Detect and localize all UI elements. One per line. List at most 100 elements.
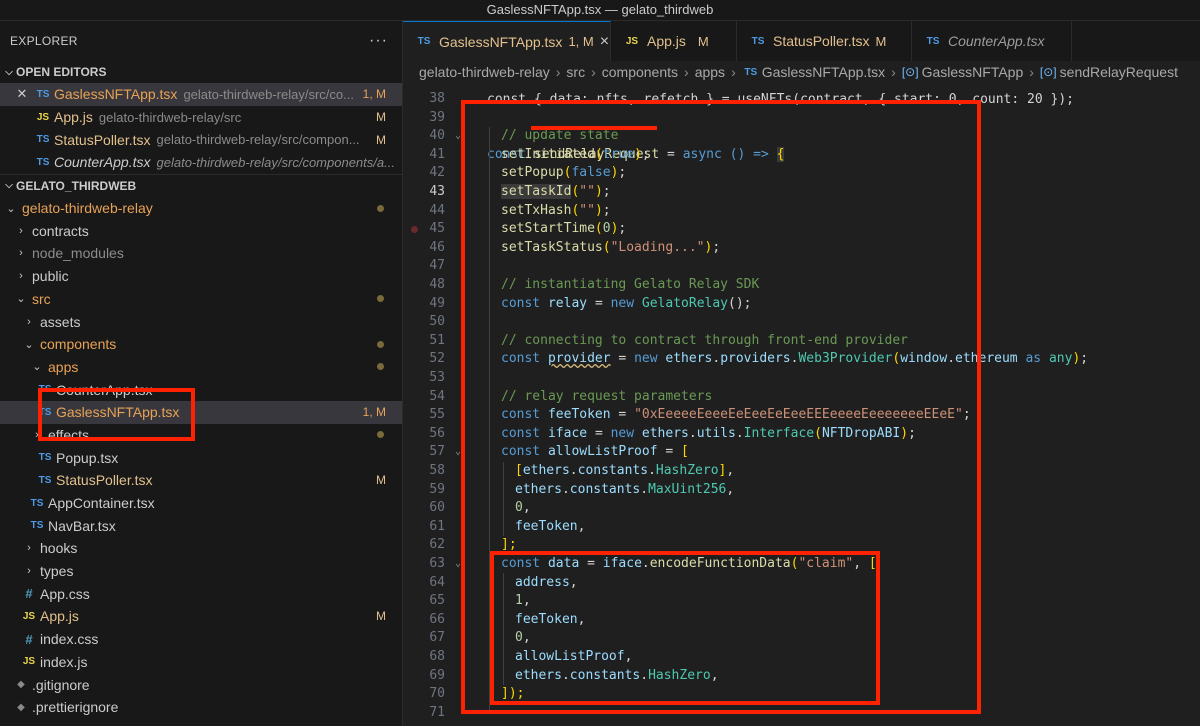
tree-file[interactable]: TS NavBar.tsx	[0, 514, 402, 537]
chevron-down-icon: ⌄	[32, 361, 42, 374]
open-editor-item[interactable]: TS StatusPoller.tsx gelato-thirdweb-rela…	[0, 128, 402, 151]
problem-badge: 1, M	[362, 87, 386, 102]
chevron-right-icon: ›	[19, 224, 23, 237]
indent-guide	[503, 462, 504, 536]
tab-label: GaslessNFTApp.tsx	[439, 33, 563, 50]
code-line: const provider = new ethers.providers.We…	[501, 351, 1089, 367]
typescript-file-icon: TS	[926, 35, 940, 47]
tree-folder[interactable]: › public	[0, 265, 402, 288]
modified-badge: M	[376, 132, 386, 147]
code-text: const { data: nfts, refetch } = useNFTs(…	[487, 91, 1074, 107]
chevron-down-icon: ⌵	[5, 66, 13, 78]
tree-folder[interactable]: ⌄ apps	[0, 356, 402, 379]
tree-label: .gitignore	[32, 676, 90, 693]
tree-file[interactable]: ◆ .gitignore	[0, 673, 402, 696]
code-line: ⌄ const sendRelayRequest = async () => {	[403, 109, 1200, 162]
tree-folder[interactable]: › effects	[0, 424, 402, 447]
open-editors-title: OPEN EDITORS	[16, 65, 107, 79]
code-line: setTaskStatus("Loading...");	[501, 239, 721, 255]
open-editor-path: gelato-thirdweb-relay/src	[98, 109, 242, 125]
tree-label: hooks	[40, 540, 78, 557]
tab-gaslessnftapp[interactable]: TS GaslessNFTApp.tsx 1, M ×	[403, 21, 611, 61]
tab-app-js[interactable]: JS App.js M	[611, 21, 737, 61]
tree-label: App.js	[40, 608, 79, 625]
tree-label: types	[40, 563, 74, 580]
css-file-icon: #	[25, 586, 33, 602]
tree-label: NavBar.tsx	[48, 517, 116, 534]
breadcrumb-item[interactable]: GaslessNFTApp	[922, 64, 1024, 80]
breadcrumb-item[interactable]: components	[602, 64, 678, 80]
open-editor-name: CounterApp.tsx	[54, 154, 151, 171]
symbol-icon: [⊙]	[901, 65, 919, 79]
modified-dot-icon	[377, 340, 384, 348]
chevron-down-icon: ⌄	[24, 338, 34, 351]
code-line: ethers.constants.HashZero,	[515, 667, 719, 683]
line-number-text: 50	[429, 314, 445, 330]
code-line: feeToken,	[515, 518, 586, 534]
tree-label: .prettierignore	[32, 699, 119, 716]
open-editor-item[interactable]: JS App.js gelato-thirdweb-relay/src M	[0, 106, 402, 129]
tree-file[interactable]: JS index.js	[0, 651, 402, 674]
javascript-file-icon: JS	[625, 35, 639, 47]
tree-folder[interactable]: › assets	[0, 310, 402, 333]
tree-file[interactable]: TS CounterApp.tsx	[0, 378, 402, 401]
chevron-right-icon: ›	[27, 542, 31, 555]
project-header[interactable]: ⌵ GELATO_THIRDWEB	[0, 173, 402, 197]
tree-file-selected[interactable]: TS GaslessNFTApp.tsx 1, M	[0, 400, 402, 424]
breadcrumb-item[interactable]: src	[566, 64, 585, 80]
code-line: // instantiating Gelato Relay SDK	[501, 277, 760, 292]
explorer-title: EXPLORER	[10, 34, 78, 48]
chevron-right-icon: ›	[1029, 64, 1034, 80]
code-line: setTxHash("");	[501, 202, 611, 218]
chevron-right-icon: ›	[19, 247, 23, 260]
tree-folder[interactable]: › contracts	[0, 219, 402, 242]
code-line: ];	[501, 537, 517, 553]
breadcrumb-item[interactable]: sendRelayRequest	[1060, 64, 1178, 80]
line-number: 71	[403, 704, 1200, 723]
typescript-file-icon: TS	[36, 88, 50, 100]
line-number: 50	[403, 313, 1200, 332]
tree-file[interactable]: TS AppContainer.tsx	[0, 492, 402, 515]
close-icon[interactable]: ✕	[14, 86, 30, 102]
tree-folder[interactable]: › node_modules	[0, 242, 402, 265]
typescript-file-icon: TS	[36, 156, 50, 168]
tree-file[interactable]: # index.css	[0, 628, 402, 651]
tree-folder[interactable]: › types	[0, 560, 402, 583]
tab-counterapp[interactable]: TS CounterApp.tsx	[912, 21, 1072, 61]
code-line: address,	[515, 574, 578, 590]
more-actions-icon[interactable]: ···	[369, 32, 388, 50]
tree-file[interactable]: ◆ .prettierignore	[0, 696, 402, 719]
tree-file[interactable]: JS App.js M	[0, 605, 402, 628]
breakpoint-icon[interactable]	[411, 226, 418, 234]
open-editor-name: StatusPoller.tsx	[54, 131, 151, 148]
code-line: setPopup(false);	[501, 165, 627, 181]
code-line: setStartTime(0);	[403, 220, 1200, 239]
open-editor-item[interactable]: TS CounterApp.tsx gelato-thirdweb-relay/…	[0, 151, 402, 174]
tab-statuspoller[interactable]: TS StatusPoller.tsx M	[737, 21, 912, 61]
tree-label: GaslessNFTApp.tsx	[56, 404, 180, 421]
line-number-text: 71	[429, 704, 445, 720]
breadcrumb-item[interactable]: gelato-thirdweb-relay	[419, 64, 550, 80]
tree-folder[interactable]: ⌄ gelato-thirdweb-relay	[0, 197, 402, 220]
tree-folder[interactable]: › hooks	[0, 537, 402, 560]
close-icon[interactable]: ×	[600, 33, 609, 51]
tree-file[interactable]: TS Popup.tsx	[0, 446, 402, 469]
tree-label: contracts	[32, 222, 89, 239]
open-editors-header[interactable]: ⌵ OPEN EDITORS	[0, 61, 402, 83]
tree-folder[interactable]: ⌄ src	[0, 288, 402, 311]
code-line: // connecting to contract through front-…	[501, 332, 908, 348]
code-editor[interactable]: 3738394041424344454647484950515253545556…	[403, 83, 1200, 726]
tree-file[interactable]: # App.css	[0, 582, 402, 605]
open-editor-item[interactable]: ✕ TS GaslessNFTApp.tsx gelato-thirdweb-r…	[0, 83, 402, 106]
breadcrumb-item[interactable]: apps	[695, 64, 725, 80]
css-file-icon: #	[25, 631, 33, 647]
tree-file[interactable]: TS StatusPoller.tsx M	[0, 469, 402, 492]
tree-folder[interactable]: ⌄ components	[0, 333, 402, 356]
file-tree: ⌄ gelato-thirdweb-relay › contracts › no…	[0, 197, 402, 719]
chevron-down-icon: ⌄	[6, 202, 16, 215]
breadcrumb-item[interactable]: GaslessNFTApp.tsx	[762, 64, 885, 80]
javascript-file-icon: JS	[22, 610, 36, 622]
project-title: GELATO_THIRDWEB	[16, 178, 137, 193]
window-title: GaslessNFTApp.tsx — gelato_thirdweb	[0, 0, 1200, 21]
code-line: const { data: nfts, refetch } = useNFTs(…	[403, 83, 1200, 107]
